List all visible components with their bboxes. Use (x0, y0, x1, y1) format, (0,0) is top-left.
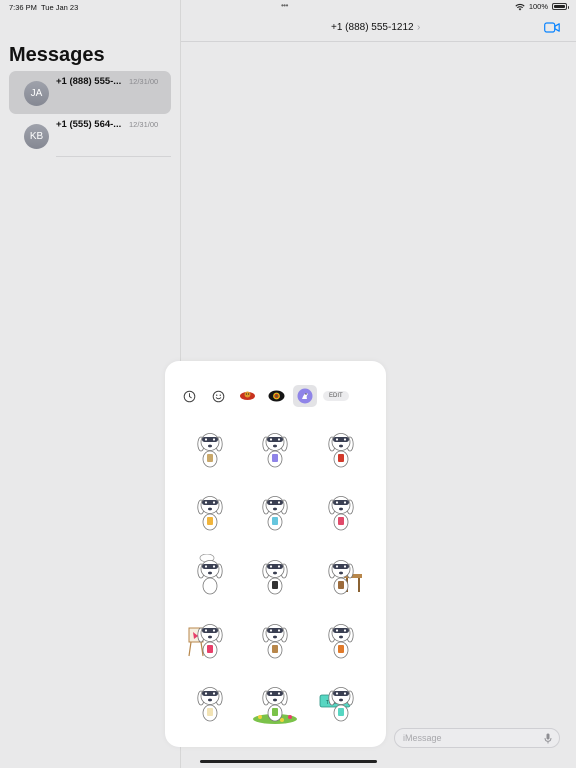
conversation-sidebar: Messages JA +1 (888) 555-... 12/31/00 KB… (0, 0, 181, 768)
dog-holding-bubble-sticker[interactable] (243, 481, 309, 545)
sticker-drawer: EDIT TODAY! (165, 361, 386, 747)
video-call-icon[interactable] (544, 22, 560, 33)
dog-basketball-sticker[interactable] (308, 608, 374, 672)
dog-guitar-sticker[interactable] (243, 608, 309, 672)
conversation-name: +1 (888) 555-... (56, 76, 122, 87)
battery-percent: 100% (528, 2, 548, 11)
dog-chef-sticker[interactable] (177, 544, 243, 608)
conversation-item[interactable]: JA +1 (888) 555-... 12/31/00 (9, 71, 171, 114)
dog-with-gift-sticker[interactable] (308, 481, 374, 545)
chevron-right-icon[interactable]: › (417, 22, 420, 33)
avatar: JA (24, 81, 49, 106)
sticker-pack-dog-icon[interactable] (293, 385, 317, 407)
conversation-name: +1 (555) 564-... (56, 119, 122, 130)
conversation-item[interactable]: KB +1 (555) 564-... 12/31/00 (9, 114, 171, 157)
chat-header: +1 (888) 555-1212 › (181, 14, 576, 42)
sidebar-title: Messages (9, 44, 105, 66)
dog-waving-sticker[interactable] (177, 481, 243, 545)
sticker-pack-eye-icon[interactable] (262, 385, 291, 407)
home-indicator[interactable] (200, 760, 377, 763)
dog-holding-card-sticker[interactable] (177, 671, 243, 735)
battery-icon (552, 3, 569, 10)
multitasking-dots-icon[interactable]: ••• (281, 1, 288, 10)
sticker-pack-red-icon[interactable] (233, 385, 262, 407)
emoji-icon[interactable] (204, 385, 233, 407)
dog-in-suit-sticker[interactable] (243, 544, 309, 608)
dog-superhero-cape-sticker[interactable] (308, 417, 374, 481)
microphone-icon[interactable] (544, 733, 552, 744)
recents-icon[interactable] (175, 385, 204, 407)
edit-button[interactable]: EDIT (323, 391, 349, 401)
dog-with-sign-sticker[interactable]: TODAY! (308, 671, 374, 735)
conversation-date: 12/31/00 (129, 77, 159, 86)
message-input[interactable] (403, 733, 533, 743)
wifi-icon (515, 3, 525, 10)
dog-reading-map-sticker[interactable] (177, 417, 243, 481)
dog-reading-book-sticker[interactable] (243, 417, 309, 481)
dog-in-flowers-sticker[interactable] (243, 671, 309, 735)
message-input-container (394, 728, 560, 748)
avatar: KB (24, 124, 49, 149)
divider (56, 156, 171, 157)
dog-painter-sticker[interactable] (177, 608, 243, 672)
conversation-date: 12/31/00 (129, 120, 159, 129)
sticker-tabs: EDIT (175, 385, 349, 407)
chat-title[interactable]: +1 (888) 555-1212 (331, 22, 414, 33)
sticker-grid: TODAY! (177, 417, 374, 735)
dog-at-desk-sticker[interactable] (308, 544, 374, 608)
